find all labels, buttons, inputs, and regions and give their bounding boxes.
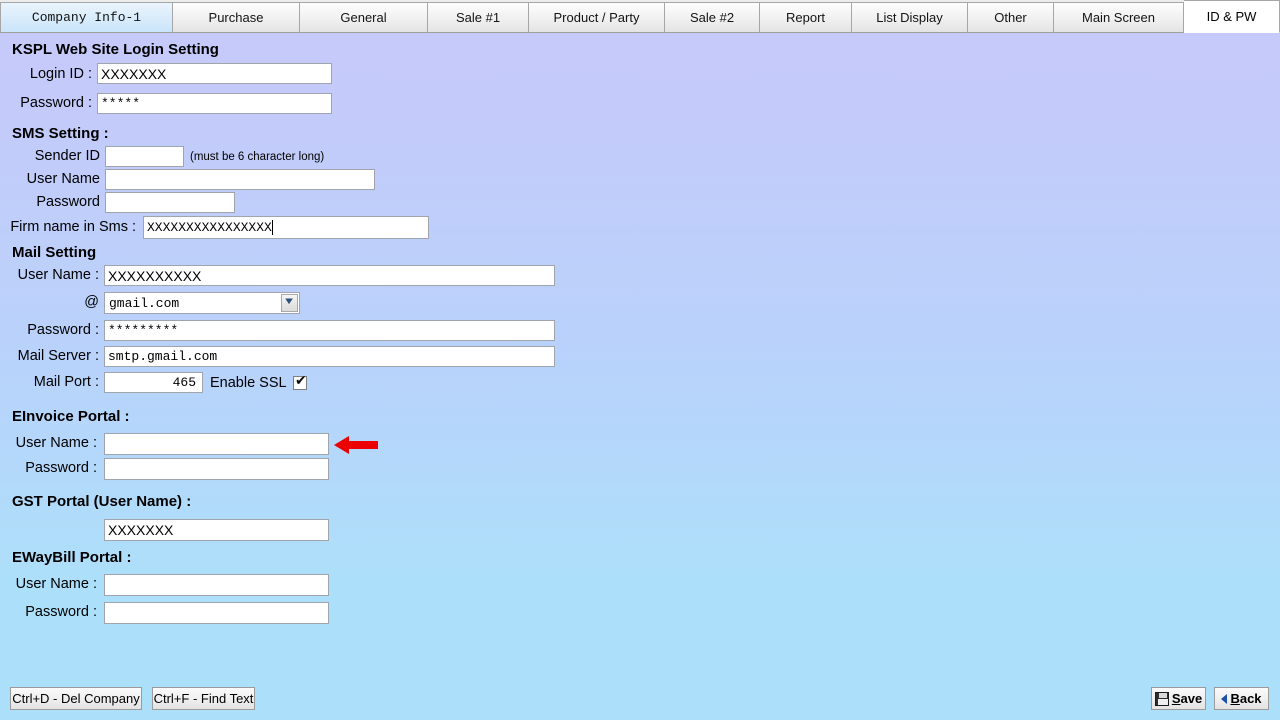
mail-password-label: Password : — [27, 322, 99, 338]
settings-form: KSPL Web Site Login Setting Login ID : X… — [0, 33, 1280, 678]
tab-label: Sale #1 — [455, 10, 501, 25]
ewaybill-user-name-label: User Name : — [15, 576, 97, 592]
tab-report[interactable]: Report — [760, 2, 852, 33]
checkmark-icon: ✔ — [295, 373, 307, 389]
red-pointer-arrow-icon — [334, 436, 378, 454]
del-company-button[interactable]: Ctrl+D - Del Company — [10, 687, 142, 710]
tab-label: List Display — [876, 10, 943, 25]
back-button[interactable]: Back — [1214, 687, 1269, 710]
back-triangle-icon — [1221, 693, 1228, 704]
mail-port-field[interactable]: 465 — [104, 372, 203, 393]
tab-label: General — [340, 10, 387, 25]
mail-server-label: Mail Server : — [17, 348, 99, 364]
ewaybill-user-name-field[interactable] — [104, 574, 329, 596]
tab-label: Sale #2 — [689, 10, 735, 25]
sms-section-title: SMS Setting : — [12, 125, 109, 142]
tab-label: Product / Party — [553, 10, 640, 25]
gst-user-name-field[interactable]: XXXXXXX — [104, 519, 329, 541]
enable-ssl-label: Enable SSL — [210, 375, 287, 391]
mail-at-symbol-label: @ — [84, 294, 99, 310]
einvoice-section-title: EInvoice Portal : — [12, 408, 130, 425]
website-login-id-label: Login ID : — [29, 66, 92, 82]
sms-password-label: Password — [36, 194, 100, 210]
tab-company-info-1[interactable]: Company Info-1 — [0, 2, 173, 33]
einvoice-password-label: Password : — [25, 460, 97, 476]
floppy-disk-icon — [1154, 691, 1169, 706]
sms-sender-id-hint: (must be 6 character long) — [190, 151, 325, 163]
enable-ssl-checkbox[interactable]: ✔ — [293, 373, 307, 390]
sms-firm-name-label: Firm name in Sms : — [10, 219, 136, 235]
tab-label: Company Info-1 — [31, 10, 142, 25]
tab-sale-2[interactable]: Sale #2 — [665, 2, 760, 33]
website-password-label: Password : — [20, 95, 92, 111]
sms-firm-name-value: XXXXXXXXXXXXXXXX — [147, 220, 272, 235]
back-button-mnemonic: B — [1230, 691, 1240, 706]
website-login-section-title: KSPL Web Site Login Setting — [12, 41, 219, 58]
website-password-field[interactable]: ***** — [97, 93, 332, 114]
mail-password-field[interactable]: ********* — [104, 320, 555, 341]
save-button-label: ave — [1180, 691, 1203, 706]
einvoice-password-field[interactable] — [104, 458, 329, 480]
mail-port-label: Mail Port : — [33, 374, 99, 390]
mail-domain-value: gmail.com — [109, 295, 180, 311]
tab-label: Main Screen — [1082, 10, 1155, 25]
ewaybill-password-field[interactable] — [104, 602, 329, 624]
save-button[interactable]: Save — [1151, 687, 1206, 710]
gst-section-title: GST Portal (User Name) : — [12, 493, 192, 510]
tab-product-party[interactable]: Product / Party — [529, 2, 665, 33]
einvoice-user-name-label: User Name : — [15, 435, 97, 451]
tab-label: Report — [785, 10, 826, 25]
ewaybill-section-title: EWayBill Portal : — [12, 549, 132, 566]
find-text-button[interactable]: Ctrl+F - Find Text — [152, 687, 255, 710]
tab-sale-1[interactable]: Sale #1 — [428, 2, 529, 33]
einvoice-user-name-field[interactable] — [104, 433, 329, 455]
website-login-id-field[interactable]: XXXXXXX — [97, 63, 332, 84]
sms-user-name-field[interactable] — [105, 169, 375, 190]
mail-section-title: Mail Setting — [12, 244, 97, 261]
sms-user-name-label: User Name — [26, 171, 100, 187]
ewaybill-password-label: Password : — [25, 604, 97, 620]
back-button-label: ack — [1239, 691, 1262, 706]
sms-firm-name-field[interactable]: XXXXXXXXXXXXXXXX — [143, 216, 429, 239]
tab-main-screen[interactable]: Main Screen — [1054, 2, 1184, 33]
mail-user-name-field[interactable]: XXXXXXXXXX — [104, 265, 555, 286]
mail-domain-dropdown[interactable]: gmail.com ▼ — [104, 292, 300, 314]
mail-user-name-label: User Name : — [17, 267, 99, 283]
tab-id-and-pw[interactable]: ID & PW — [1184, 0, 1280, 33]
tab-label: ID & PW — [1206, 9, 1257, 24]
tab-label: Other — [994, 10, 1027, 25]
id-and-pw-settings-screen: Company Info-1 Purchase General Sale #1 … — [0, 0, 1280, 720]
tab-list-display[interactable]: List Display — [852, 2, 968, 33]
tab-purchase[interactable]: Purchase — [173, 2, 300, 33]
text-cursor — [271, 220, 273, 235]
tab-bar: Company Info-1 Purchase General Sale #1 … — [0, 0, 1280, 33]
sms-sender-id-field[interactable] — [105, 146, 184, 167]
chevron-down-icon[interactable]: ▼ — [281, 294, 298, 312]
sms-sender-id-label: Sender ID — [34, 148, 100, 164]
sms-password-field[interactable] — [105, 192, 235, 213]
mail-server-field[interactable]: smtp.gmail.com — [104, 346, 555, 367]
tab-general[interactable]: General — [300, 2, 428, 33]
tab-other[interactable]: Other — [968, 2, 1054, 33]
tab-label: Purchase — [208, 10, 264, 25]
